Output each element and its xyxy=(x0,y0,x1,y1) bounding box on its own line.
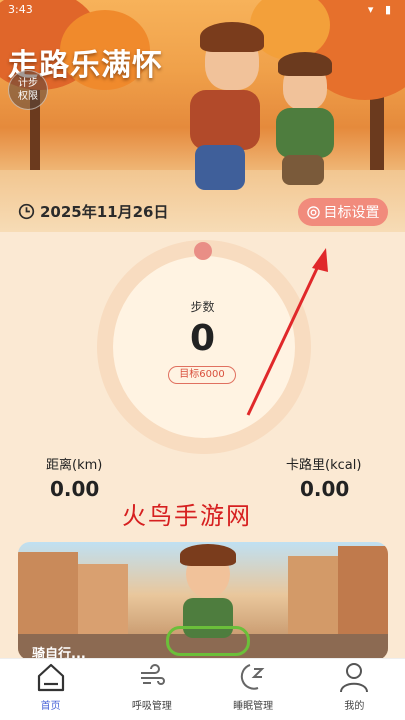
watermark-text: 火鸟手游网 xyxy=(122,502,252,530)
status-time: 3:43 xyxy=(8,3,33,16)
distance-label: 距离(km) xyxy=(46,458,103,473)
kid-body xyxy=(190,90,260,150)
home-icon xyxy=(37,663,64,692)
step-permission-badge[interactable]: 计步 权限 xyxy=(8,70,48,110)
building xyxy=(288,556,338,642)
hero-banner: 3:43 ▾ ▮ 走路乐满怀 计步 权限 2025年11月26日 目标设置 xyxy=(0,0,405,232)
steps-target-badge: 目标6000 xyxy=(168,366,236,384)
nav-label-sleep: 睡眠管理 xyxy=(233,701,274,712)
building xyxy=(18,552,78,642)
nav-label-home: 首页 xyxy=(40,701,61,712)
nav-item-home[interactable]: 首页 xyxy=(0,659,101,720)
nav-label-profile: 我的 xyxy=(344,701,365,712)
bottom-nav: 首页 呼吸管理 睡眠管理 我的 xyxy=(0,658,405,720)
target-icon xyxy=(306,205,320,219)
wind-icon xyxy=(140,664,165,685)
moon-sleep-icon xyxy=(241,664,265,690)
nav-label-breathing: 呼吸管理 xyxy=(131,701,172,712)
distance-value: 0.00 xyxy=(50,477,100,501)
badge-line1: 计步 xyxy=(18,78,38,89)
steps-count: 0 xyxy=(189,318,216,359)
status-bar: 3:43 ▾ ▮ xyxy=(0,0,405,20)
date-row: 2025年11月26日 xyxy=(18,201,169,222)
current-date: 2025年11月26日 xyxy=(40,203,169,221)
steps-label: 步数 xyxy=(190,300,215,314)
kid-hair xyxy=(200,22,264,52)
activity-card[interactable]: 骑自行... xyxy=(18,542,388,660)
bicycle xyxy=(166,626,250,656)
nav-item-profile[interactable]: 我的 xyxy=(304,659,405,720)
goal-settings-button[interactable]: 目标设置 xyxy=(298,198,388,226)
status-icons: ▾ ▮ xyxy=(367,3,395,16)
clock-icon xyxy=(18,203,35,220)
calories-value: 0.00 xyxy=(300,477,350,501)
kid-hair xyxy=(180,544,236,566)
kid-legs xyxy=(282,155,324,185)
kid-legs xyxy=(195,145,245,190)
nav-item-breathing[interactable]: 呼吸管理 xyxy=(101,659,202,720)
kid-body xyxy=(276,108,334,158)
building xyxy=(338,546,388,642)
user-icon xyxy=(340,663,369,693)
calories-label: 卡路里(kcal) xyxy=(286,458,362,473)
progress-indicator-dot xyxy=(194,242,212,260)
kid-hair xyxy=(278,52,332,76)
nav-item-sleep[interactable]: 睡眠管理 xyxy=(203,659,304,720)
goal-settings-label: 目标设置 xyxy=(323,205,380,221)
building xyxy=(78,564,128,642)
badge-line2: 权限 xyxy=(18,91,38,102)
